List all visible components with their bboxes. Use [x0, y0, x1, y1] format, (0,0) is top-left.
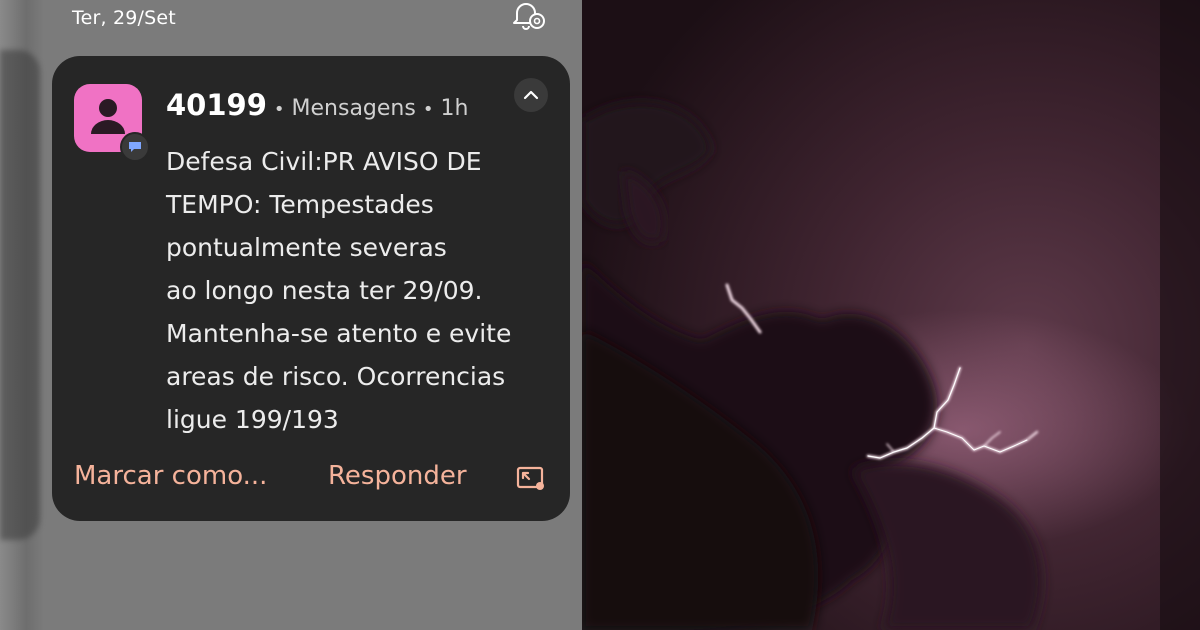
sender-number: 40199: [166, 88, 267, 122]
message-body: Defesa Civil:PR AVISO DE TEMPO: Tempesta…: [166, 140, 556, 441]
notification-screenshot: Ter, 29/Set 40199 • Mensagens • 1h Defes…: [0, 0, 582, 630]
message-line: ligue 199/193: [166, 405, 339, 434]
message-bubble-icon: [120, 132, 150, 162]
mark-as-read-button[interactable]: Marcar como...: [74, 461, 267, 491]
notification-settings-icon[interactable]: [512, 0, 548, 32]
message-line: Defesa Civil:PR AVISO DE: [166, 147, 482, 176]
notification-card[interactable]: 40199 • Mensagens • 1h Defesa Civil:PR A…: [52, 56, 570, 521]
time-ago: 1h: [440, 96, 469, 121]
lightning-storm-photo: [582, 0, 1200, 630]
previous-card-shadow: [0, 0, 44, 630]
header-separator: •: [273, 99, 285, 120]
app-name: Mensagens: [291, 96, 416, 121]
message-line: TEMPO: Tempestades: [166, 190, 434, 219]
reply-button[interactable]: Responder: [328, 461, 467, 491]
status-date: Ter, 29/Set: [72, 7, 176, 29]
message-line: ao longo nesta ter 29/09.: [166, 276, 483, 305]
header-separator: •: [422, 99, 434, 120]
message-line: areas de risco. Ocorrencias: [166, 362, 506, 391]
message-line: Mantenha-se atento e evite: [166, 319, 512, 348]
chevron-up-icon[interactable]: [514, 78, 548, 112]
open-in-app-icon[interactable]: [516, 466, 546, 492]
message-line: pontualmente severas: [166, 233, 447, 262]
notification-header: 40199 • Mensagens • 1h: [166, 88, 468, 122]
